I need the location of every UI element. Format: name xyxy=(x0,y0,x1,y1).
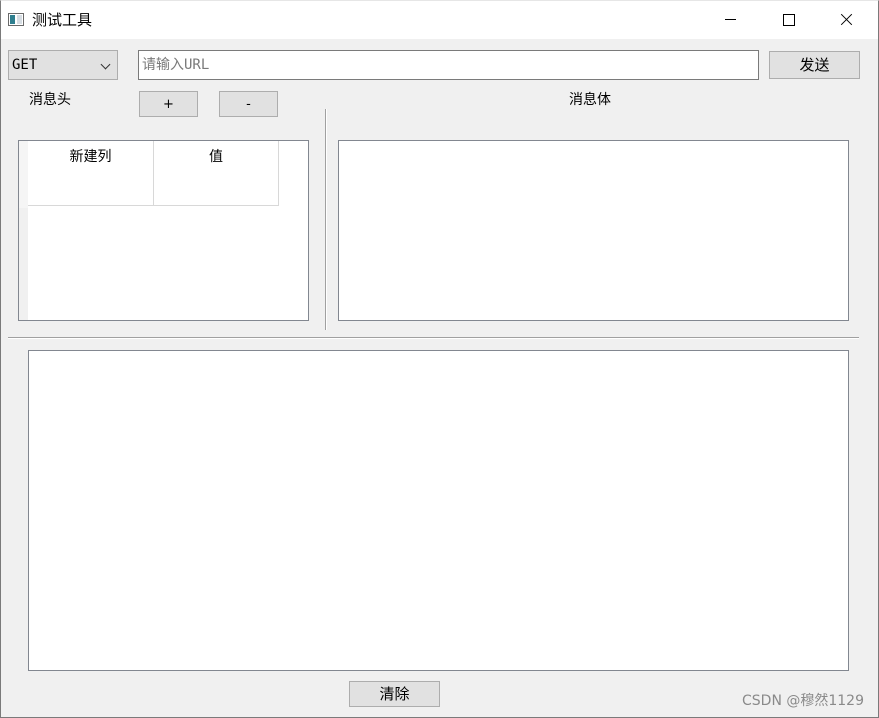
response-output[interactable] xyxy=(28,350,849,671)
headers-table[interactable]: 新建列 值 xyxy=(18,140,309,321)
app-window-icon xyxy=(8,13,24,26)
horizontal-splitter[interactable] xyxy=(8,337,859,339)
maximize-button[interactable] xyxy=(759,1,817,39)
title-bar: 测试工具 xyxy=(1,1,878,39)
add-header-button[interactable]: + xyxy=(139,91,198,117)
window-title: 测试工具 xyxy=(32,11,93,29)
url-input[interactable] xyxy=(138,50,759,80)
close-button[interactable] xyxy=(817,1,875,39)
headers-label: 消息头 xyxy=(29,92,71,108)
remove-header-button[interactable]: - xyxy=(219,91,278,117)
column-header-value[interactable]: 值 xyxy=(154,141,279,206)
body-label: 消息体 xyxy=(569,92,611,108)
row-header-empty xyxy=(19,208,28,320)
app-window: 测试工具 GET 发送 消息头 + - 消息体 新建列 值 清除 CSDN @穆… xyxy=(0,0,879,718)
chevron-down-icon xyxy=(100,59,111,70)
vertical-splitter[interactable] xyxy=(325,109,327,330)
send-button[interactable]: 发送 xyxy=(769,51,860,79)
method-value: GET xyxy=(12,57,38,73)
minimize-button[interactable] xyxy=(701,1,759,39)
column-header-new[interactable]: 新建列 xyxy=(28,141,154,206)
clear-button[interactable]: 清除 xyxy=(349,681,440,707)
method-select[interactable]: GET xyxy=(8,50,118,80)
watermark-text: CSDN @穆然1129 xyxy=(742,693,864,709)
message-body-input[interactable] xyxy=(338,140,849,321)
